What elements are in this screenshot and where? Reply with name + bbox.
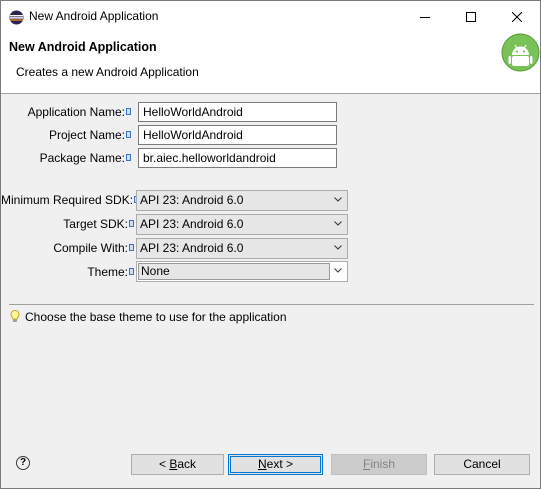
maximize-icon — [466, 11, 476, 22]
chevron-down-icon — [334, 221, 342, 226]
minimize-icon — [420, 16, 430, 18]
window-title: New Android Application — [29, 9, 159, 23]
content-assist-icon — [129, 220, 134, 228]
next-button[interactable]: Next > — [228, 454, 323, 475]
target-sdk-value: API 23: Android 6.0 — [140, 217, 244, 231]
package-name-field[interactable]: br.aiec.helloworldandroid — [138, 148, 337, 168]
eclipse-icon — [9, 10, 24, 25]
theme-dropdown[interactable]: None — [136, 261, 348, 282]
cancel-button[interactable]: Cancel — [434, 454, 530, 475]
content-assist-icon — [129, 268, 134, 276]
project-name-label: Project Name: — [1, 125, 131, 145]
back-button[interactable]: < Back — [131, 454, 224, 475]
page-description: Creates a new Android Application — [16, 65, 199, 79]
theme-label: Theme: — [1, 262, 134, 282]
compile-with-label: Compile With: — [1, 238, 134, 258]
hint-text: Choose the base theme to use for the app… — [25, 310, 287, 324]
content-assist-icon — [126, 154, 131, 162]
application-name-field[interactable]: HelloWorldAndroid — [138, 102, 337, 122]
chevron-down-icon — [334, 268, 342, 273]
close-icon — [512, 11, 522, 22]
lightbulb-icon — [10, 310, 20, 322]
maximize-button[interactable] — [448, 1, 494, 32]
package-name-label: Package Name: — [1, 148, 131, 168]
theme-value: None — [138, 263, 330, 280]
close-button[interactable] — [494, 1, 540, 32]
content-assist-icon — [126, 108, 131, 116]
project-name-field[interactable]: HelloWorldAndroid — [138, 125, 337, 145]
help-icon[interactable]: ? — [16, 456, 30, 470]
min-sdk-value: API 23: Android 6.0 — [140, 193, 244, 207]
finish-button[interactable]: Finish — [331, 454, 427, 475]
chevron-down-icon — [334, 197, 342, 202]
application-name-label: Application Name: — [1, 102, 131, 122]
min-sdk-label: Minimum Required SDK: — [1, 190, 140, 210]
page-title: New Android Application — [9, 40, 157, 54]
wizard-header: New Android Application Creates a new An… — [1, 32, 540, 94]
title-bar[interactable]: New Android Application — [1, 1, 540, 32]
content-assist-icon — [126, 131, 131, 139]
android-logo-icon — [501, 33, 540, 72]
target-sdk-label: Target SDK: — [1, 214, 134, 234]
minimize-button[interactable] — [402, 1, 448, 32]
target-sdk-dropdown[interactable]: API 23: Android 6.0 — [136, 214, 348, 235]
new-android-application-dialog: New Android Application New Android Appl… — [0, 0, 541, 489]
min-sdk-dropdown[interactable]: API 23: Android 6.0 — [136, 190, 348, 211]
compile-with-value: API 23: Android 6.0 — [140, 241, 244, 255]
chevron-down-icon — [334, 245, 342, 250]
content-assist-icon — [129, 244, 134, 252]
compile-with-dropdown[interactable]: API 23: Android 6.0 — [136, 238, 348, 259]
divider — [9, 304, 534, 305]
